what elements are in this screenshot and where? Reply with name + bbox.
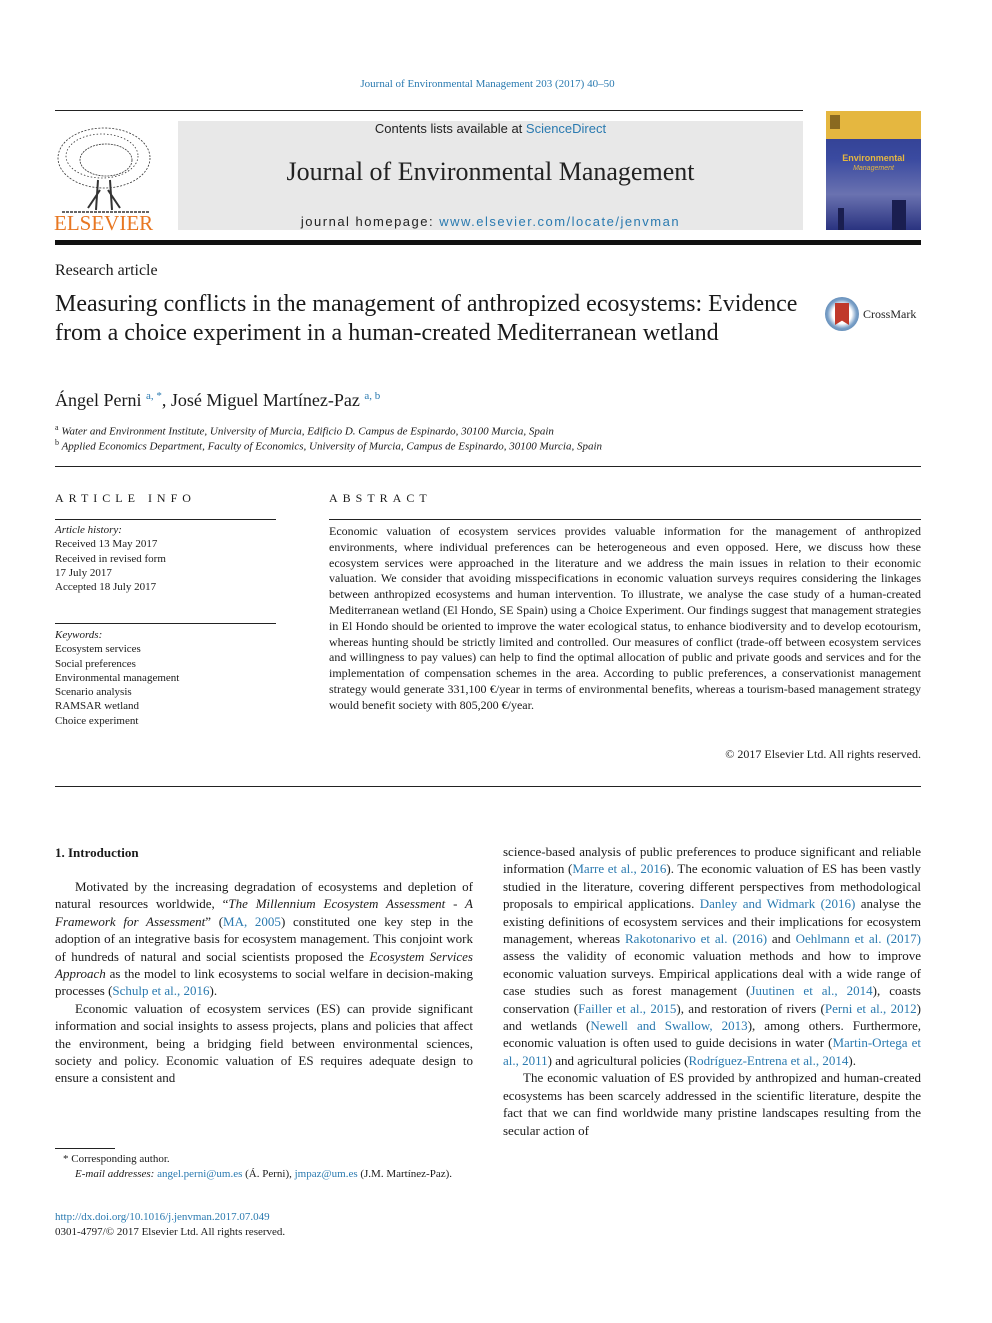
footnotes: * Corresponding author. E-mail addresses… [55, 1152, 473, 1181]
contents-prefix: Contents lists available at [374, 121, 526, 136]
crossmark-label: CrossMark [863, 307, 917, 321]
email-link[interactable]: angel.perni@um.es [157, 1168, 242, 1180]
cover-band [826, 111, 921, 139]
divider [55, 623, 276, 624]
citation-link[interactable]: MA, 2005 [223, 914, 281, 929]
author-name[interactable]: José Miguel Martínez-Paz [171, 390, 360, 410]
history-item: Received 13 May 2017 [55, 538, 158, 551]
paragraph: science-based analysis of public prefere… [503, 843, 921, 1069]
text: (Á. Perni), [242, 1167, 295, 1180]
keyword: RAMSAR wetland [55, 700, 140, 713]
author-affil-marker[interactable]: a, * [146, 390, 162, 402]
cover-chimney [838, 208, 844, 230]
footnote-divider [55, 1148, 115, 1149]
article-title: Measuring conflicts in the management of… [55, 291, 798, 346]
citation-link[interactable]: Failler et al., 2015 [578, 1001, 676, 1016]
email-note: E-mail addresses: angel.perni@um.es (Á. … [55, 1167, 473, 1182]
corresponding-author-note: * Corresponding author. [63, 1153, 170, 1165]
abstract-heading: ABSTRACT [329, 491, 432, 505]
history-label: Article history: [55, 524, 122, 536]
divider [55, 519, 276, 520]
keyword: Environmental management [55, 671, 180, 684]
paragraph: Economic valuation of ecosystem services… [55, 1000, 473, 1087]
history-item: 17 July 2017 [55, 566, 112, 579]
abstract-text: Economic valuation of ecosystem services… [329, 524, 921, 712]
affiliation-text: Water and Environment Institute, Univers… [61, 425, 554, 438]
affiliation-key: a [55, 423, 59, 432]
cover-subtitle: Management [853, 165, 894, 172]
author-affil-marker[interactable]: a, b [364, 390, 380, 402]
email-label: E-mail addresses: [75, 1167, 158, 1180]
text: ) and agricultural policies ( [547, 1052, 689, 1068]
text: (J.M. Martínez-Paz). [357, 1167, 452, 1180]
journal-reference[interactable]: Journal of Environmental Management 203 … [0, 78, 975, 90]
citation-link[interactable]: Marre et al., 2016 [572, 861, 666, 876]
crossmark-badge[interactable]: CrossMark [825, 297, 925, 335]
doi-link[interactable]: http://dx.doi.org/10.1016/j.jenvman.2017… [55, 1211, 270, 1223]
section-heading: 1. Introduction [55, 845, 139, 860]
article-type: Research article [55, 262, 158, 279]
header-divider [55, 240, 921, 245]
affiliation: b Applied Economics Department, Faculty … [55, 438, 602, 453]
text: ), and restoration of rivers ( [676, 1000, 825, 1016]
article-history: Article history: Received 13 May 2017 Re… [55, 523, 166, 594]
issn-copyright: 0301-4797/© 2017 Elsevier Ltd. All right… [55, 1226, 286, 1238]
text: ). [848, 1052, 856, 1068]
email-link[interactable]: jmpaz@um.es [295, 1168, 358, 1180]
divider [329, 519, 921, 520]
paragraph: The economic valuation of ES provided by… [503, 1069, 921, 1139]
citation-link[interactable]: Rodríguez-Entrena et al., 2014 [688, 1053, 848, 1068]
keyword: Ecosystem services [55, 643, 141, 656]
body-column-right: science-based analysis of public prefere… [503, 843, 921, 1139]
tree-icon: ELSEVIER [54, 127, 153, 235]
affiliation: a Water and Environment Institute, Unive… [55, 423, 554, 438]
article-info-heading: ARTICLE INFO [55, 491, 196, 505]
citation-link[interactable]: Perni et al., 2012 [825, 1001, 917, 1016]
affiliation-key: b [55, 438, 59, 447]
abstract-copyright: © 2017 Elsevier Ltd. All rights reserved… [725, 747, 921, 761]
divider [55, 466, 921, 467]
citation-link[interactable]: Juutinen et al., 2014 [750, 983, 872, 998]
cover-elsevier-icon [830, 115, 840, 129]
divider [55, 786, 921, 787]
divider [55, 110, 803, 111]
paragraph: Motivated by the increasing degradation … [55, 878, 473, 1000]
keyword: Social preferences [55, 657, 136, 670]
cover-title: Environmental [842, 153, 905, 163]
citation-link[interactable]: Danley and Widmark (2016) [700, 896, 856, 911]
author-list: Ángel Perni a, *, José Miguel Martínez-P… [55, 390, 380, 411]
sciencedirect-link[interactable]: ScienceDirect [526, 121, 606, 136]
homepage-prefix: journal homepage: [300, 214, 440, 229]
author-name[interactable]: Ángel Perni [55, 390, 141, 410]
elsevier-wordmark: ELSEVIER [54, 211, 153, 234]
keywords-label: Keywords: [55, 629, 103, 641]
journal-cover-image[interactable]: Environmental Management [826, 111, 921, 230]
contents-line: Contents lists available at ScienceDirec… [178, 121, 803, 136]
homepage-link[interactable]: www.elsevier.com/locate/jenvman [439, 214, 680, 229]
author-separator: , [161, 390, 171, 410]
journal-banner: Contents lists available at ScienceDirec… [178, 121, 803, 230]
citation-link[interactable]: Schulp et al., 2016 [112, 983, 209, 998]
text: Economic valuation of ecosystem services… [55, 1000, 473, 1086]
text: and [767, 931, 796, 947]
keywords: Keywords: Ecosystem services Social pref… [55, 628, 179, 728]
history-item: Received in revised form [55, 552, 166, 565]
citation-link[interactable]: Oehlmann et al. (2017) [796, 931, 921, 946]
keyword: Scenario analysis [55, 686, 132, 699]
citation-link[interactable]: Newell and Swallow, 2013 [590, 1018, 747, 1033]
journal-title: Journal of Environmental Management [286, 157, 695, 186]
history-item: Accepted 18 July 2017 [55, 581, 157, 594]
affiliation-text: Applied Economics Department, Faculty of… [61, 440, 603, 453]
text: ” ( [205, 913, 224, 929]
text: The economic valuation of ES provided by… [503, 1070, 921, 1138]
cover-building [892, 200, 906, 230]
citation-link[interactable]: Rakotonarivo et al. (2016) [625, 931, 767, 946]
keyword: Choice experiment [55, 714, 139, 727]
text: ). [209, 983, 218, 999]
elsevier-logo: ELSEVIER [54, 120, 156, 235]
body-column-left: Motivated by the increasing degradation … [55, 878, 473, 1087]
homepage-line: journal homepage: www.elsevier.com/locat… [178, 214, 803, 229]
